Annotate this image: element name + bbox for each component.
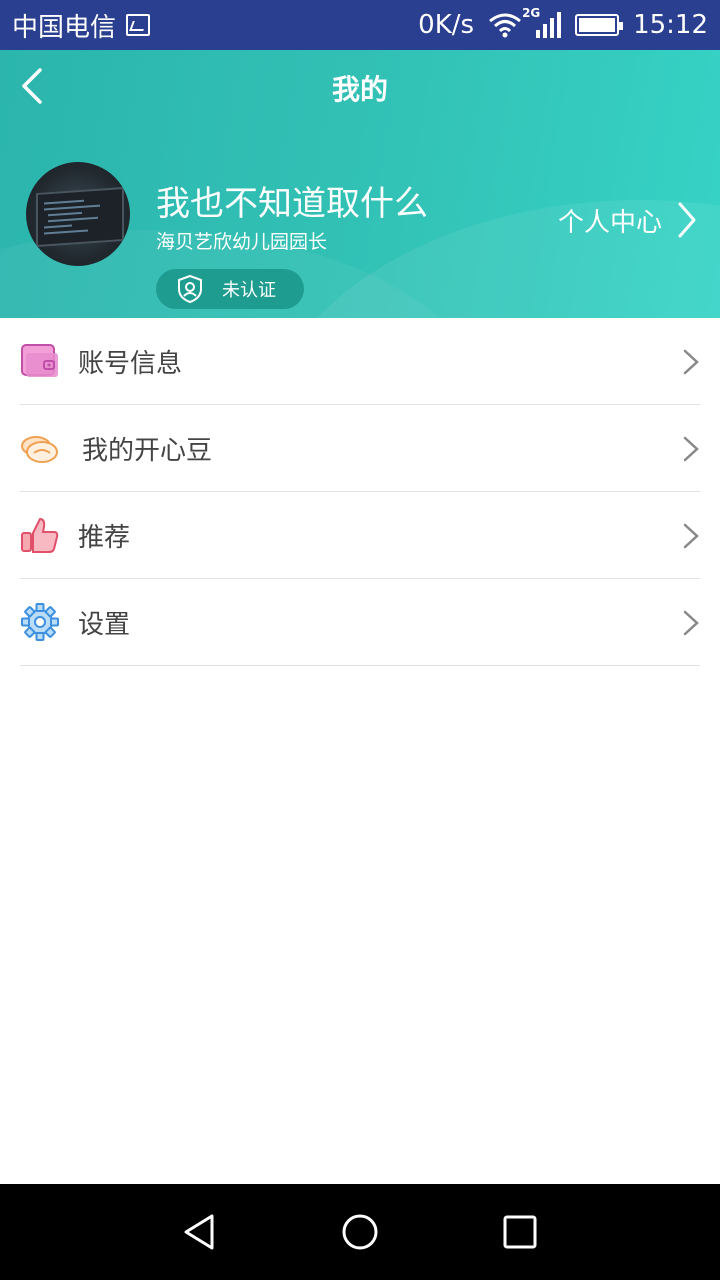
menu-item-account-info[interactable]: 账号信息 xyxy=(20,318,700,405)
user-name: 我也不知道取什么 xyxy=(156,184,428,224)
menu-item-happy-beans[interactable]: 我的开心豆 xyxy=(20,405,700,492)
menu-list: 账号信息 我的开心豆 推荐 设置 xyxy=(0,318,720,666)
profile-header: 我的 我也不知道取什么 海贝艺欣幼儿园园长 未认证 个人中心 xyxy=(0,50,720,318)
chevron-right-icon xyxy=(678,202,696,238)
thumbs-up-icon xyxy=(21,517,59,553)
chevron-right-icon xyxy=(683,436,699,462)
certification-status: 未认证 xyxy=(222,280,276,301)
personal-center-link[interactable]: 个人中心 xyxy=(558,200,698,240)
avatar[interactable] xyxy=(26,162,130,266)
signal-icon: 2G xyxy=(522,6,562,38)
shield-user-icon xyxy=(178,274,202,304)
nav-home-icon[interactable] xyxy=(340,1212,380,1252)
gallery-notification-icon xyxy=(126,14,151,36)
menu-item-recommend[interactable]: 推荐 xyxy=(20,492,700,579)
nav-back-icon[interactable] xyxy=(180,1212,220,1252)
battery-icon xyxy=(575,14,624,36)
nav-recents-icon[interactable] xyxy=(500,1212,540,1252)
menu-item-label: 推荐 xyxy=(78,522,131,553)
chevron-right-icon xyxy=(683,610,699,636)
menu-item-settings[interactable]: 设置 xyxy=(20,579,700,666)
menu-item-label: 账号信息 xyxy=(78,348,183,379)
carrier-label: 中国电信 xyxy=(12,12,117,43)
status-bar: 中国电信 0K/s 2G 15:12 xyxy=(0,0,720,50)
personal-center-label: 个人中心 xyxy=(557,207,662,238)
menu-item-label: 我的开心豆 xyxy=(82,435,213,466)
clock: 15:12 xyxy=(633,10,708,40)
menu-item-label: 设置 xyxy=(78,609,131,640)
beans-icon xyxy=(21,436,58,463)
system-navigation-bar xyxy=(0,1184,720,1280)
user-role: 海贝艺欣幼儿园园长 xyxy=(156,231,328,253)
gear-icon xyxy=(21,603,59,641)
network-type: 2G xyxy=(522,6,541,20)
page-title: 我的 xyxy=(331,73,388,106)
wifi-icon xyxy=(489,13,521,38)
chevron-right-icon xyxy=(683,349,699,375)
certification-badge[interactable]: 未认证 xyxy=(156,269,304,309)
chevron-right-icon xyxy=(683,523,699,549)
status-left: 中国电信 xyxy=(12,7,151,44)
wallet-icon xyxy=(21,344,58,377)
status-right: 0K/s 2G 15:12 xyxy=(418,6,708,40)
net-speed: 0K/s xyxy=(418,10,475,40)
